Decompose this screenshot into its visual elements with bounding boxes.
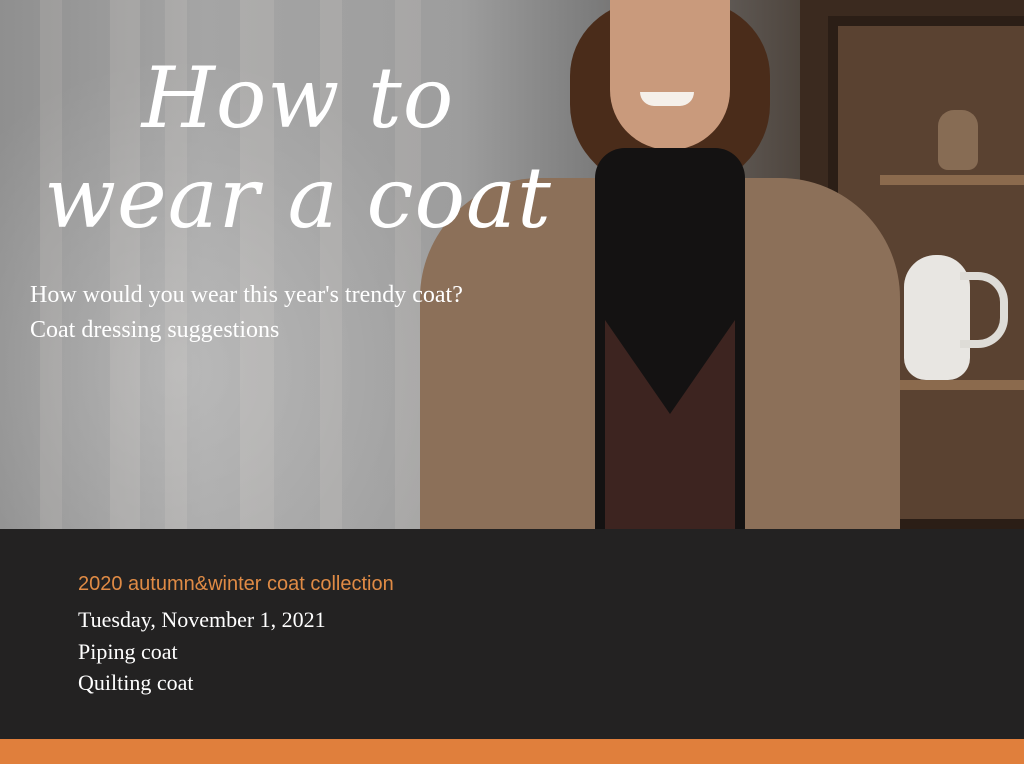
hero-image: How to wear a coat How would you wear th… [0,0,1024,529]
hero-subtitle: How would you wear this year's trendy co… [30,282,463,343]
info-band: 2020 autumn&winter coat collection Tuesd… [0,529,1024,739]
vase [938,110,978,170]
coat-item: Piping coat [78,639,178,664]
accent-bar [0,739,1024,764]
cabinet-shelf [880,175,1024,185]
collection-label: 2020 autumn&winter coat collection [78,573,394,595]
hero-title: How to wear a coat [44,49,552,247]
coat-item: Quilting coat [78,670,194,695]
model-smile [640,92,694,106]
date-text: Tuesday, November 1, 2021 [78,607,326,632]
model-face [610,0,730,150]
jug-handle [960,272,1008,348]
cabinet-shelf [880,380,1024,390]
